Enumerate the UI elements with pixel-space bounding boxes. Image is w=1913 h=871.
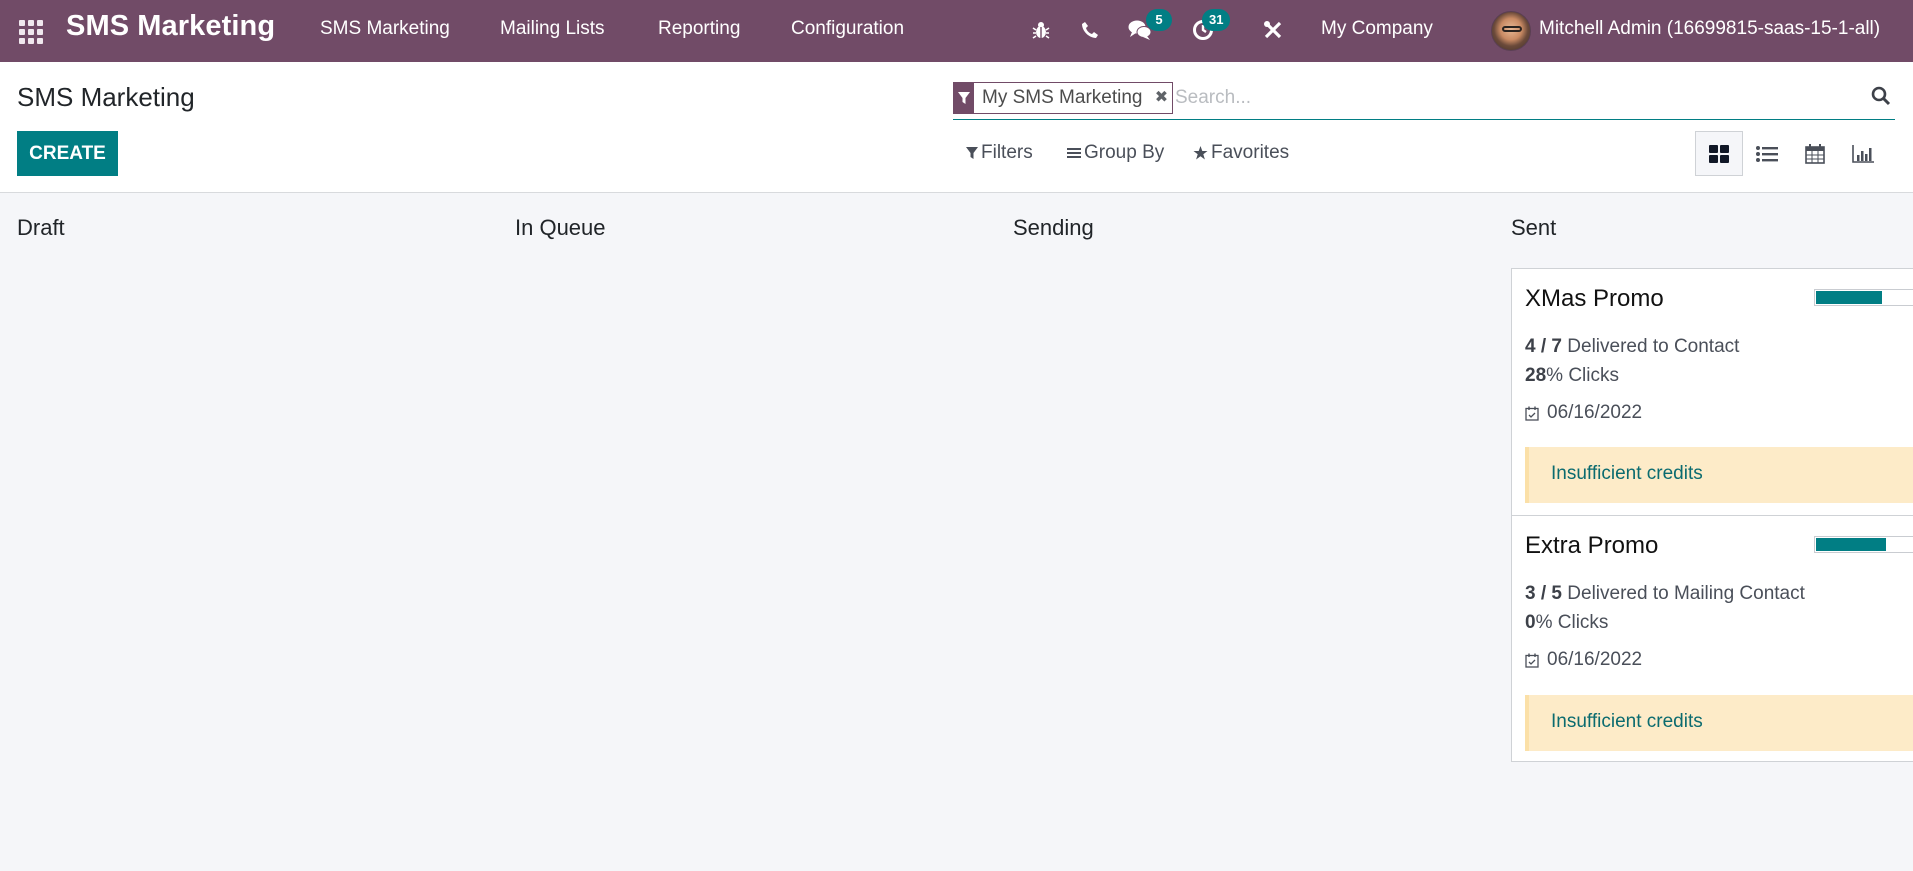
column-title-sending[interactable]: Sending: [1013, 215, 1094, 241]
delivered-stat: 3 / 5 Delivered to Mailing Contact: [1525, 583, 1805, 605]
app-brand[interactable]: SMS Marketing: [66, 10, 275, 43]
delivered-separator: /: [1535, 336, 1552, 357]
star-icon: [1193, 146, 1208, 160]
calendar-view-button[interactable]: [1791, 131, 1839, 176]
kanban-board: Draft In Queue Sending Sent XMas Promo 4…: [0, 193, 1913, 871]
apps-grid-icon[interactable]: [17, 17, 43, 44]
sent-date: 06/16/2022: [1525, 649, 1642, 671]
delivered-total: 5: [1551, 583, 1562, 604]
date-value: 06/16/2022: [1547, 649, 1643, 670]
page-title: SMS Marketing: [17, 82, 195, 112]
search-facet: My SMS Marketing ✖: [953, 82, 1174, 114]
search-icon[interactable]: [1871, 86, 1893, 108]
phone-icon[interactable]: [1077, 17, 1103, 43]
list-icon: [1756, 145, 1778, 162]
kanban-view-button[interactable]: [1695, 131, 1743, 176]
kanban-card[interactable]: Extra Promo 3 / 5 Delivered to Mailing C…: [1511, 515, 1913, 762]
calendar-check-icon: [1525, 653, 1539, 668]
column-title-draft[interactable]: Draft: [17, 215, 65, 241]
group-by-label: Group By: [1084, 142, 1165, 163]
kanban-icon: [1709, 144, 1729, 163]
alert-text: Insufficient credits: [1551, 711, 1703, 732]
alert-box: Insufficient credits: [1525, 695, 1913, 751]
filters-button[interactable]: Filters: [966, 142, 1033, 164]
user-avatar[interactable]: [1491, 11, 1531, 51]
filter-icon: [954, 83, 974, 113]
clicks-label: % Clicks: [1546, 365, 1619, 386]
menu-mailing-lists[interactable]: Mailing Lists: [500, 18, 605, 40]
delivered-label: Delivered to Contact: [1567, 336, 1740, 357]
user-menu[interactable]: Mitchell Admin (16699815-saas-15-1-all): [1539, 18, 1880, 40]
filters-label: Filters: [981, 142, 1033, 163]
facet-label: My SMS Marketing: [982, 87, 1143, 108]
activities-badge: 31: [1202, 9, 1231, 31]
sent-date: 06/16/2022: [1525, 402, 1642, 424]
menu-configuration[interactable]: Configuration: [791, 18, 904, 40]
tools-icon[interactable]: [1260, 17, 1286, 43]
delivery-progress-bar: [1814, 536, 1913, 553]
create-button[interactable]: CREATE: [17, 131, 118, 176]
column-title-sent[interactable]: Sent: [1511, 215, 1556, 241]
filter-funnel-icon: [966, 146, 978, 159]
bar-chart-icon: [1852, 144, 1874, 163]
calendar-check-icon: [1525, 406, 1539, 421]
delivered-count: 3: [1525, 583, 1536, 604]
list-view-button[interactable]: [1743, 131, 1791, 176]
group-by-icon: [1067, 148, 1081, 158]
delivery-progress-bar: [1814, 289, 1913, 306]
delivered-stat: 4 / 7 Delivered to Contact: [1525, 336, 1739, 358]
search-input[interactable]: [1175, 82, 1815, 114]
delivered-label: Delivered to Mailing Contact: [1567, 583, 1805, 604]
control-panel: SMS Marketing CREATE My SMS Marketing ✖ …: [0, 62, 1913, 193]
clicks-value: 0: [1525, 612, 1536, 633]
kanban-card[interactable]: XMas Promo 4 / 7 Delivered to Contact 28…: [1511, 268, 1913, 516]
company-switcher[interactable]: My Company: [1321, 18, 1433, 40]
menu-sms-marketing[interactable]: SMS Marketing: [320, 18, 450, 40]
clicks-stat: 0% Clicks: [1525, 612, 1608, 634]
calendar-icon: [1805, 143, 1825, 164]
menu-reporting[interactable]: Reporting: [658, 18, 740, 40]
delivered-count: 4: [1525, 336, 1536, 357]
clicks-value: 28: [1525, 365, 1547, 386]
bug-icon[interactable]: [1028, 17, 1054, 43]
progress-fill: [1816, 291, 1882, 304]
group-by-button[interactable]: Group By: [1067, 142, 1164, 164]
progress-fill: [1816, 538, 1886, 551]
date-value: 06/16/2022: [1547, 402, 1643, 423]
favorites-button[interactable]: Favorites: [1193, 142, 1289, 164]
delivered-separator: /: [1535, 583, 1552, 604]
favorites-label: Favorites: [1211, 142, 1290, 163]
alert-text: Insufficient credits: [1551, 463, 1703, 484]
messages-badge: 5: [1146, 9, 1172, 31]
delivered-total: 7: [1551, 336, 1562, 357]
card-title: XMas Promo: [1525, 285, 1664, 312]
top-navbar: SMS Marketing SMS Marketing Mailing List…: [0, 0, 1913, 62]
graph-view-button[interactable]: [1839, 131, 1887, 176]
clicks-label: % Clicks: [1535, 612, 1609, 633]
alert-box: Insufficient credits: [1525, 447, 1913, 503]
remove-facet-icon[interactable]: ✖: [1150, 83, 1172, 113]
card-title: Extra Promo: [1525, 532, 1659, 559]
clicks-stat: 28% Clicks: [1525, 365, 1619, 387]
column-title-in-queue[interactable]: In Queue: [515, 215, 606, 241]
search-bar: My SMS Marketing ✖: [953, 80, 1895, 120]
